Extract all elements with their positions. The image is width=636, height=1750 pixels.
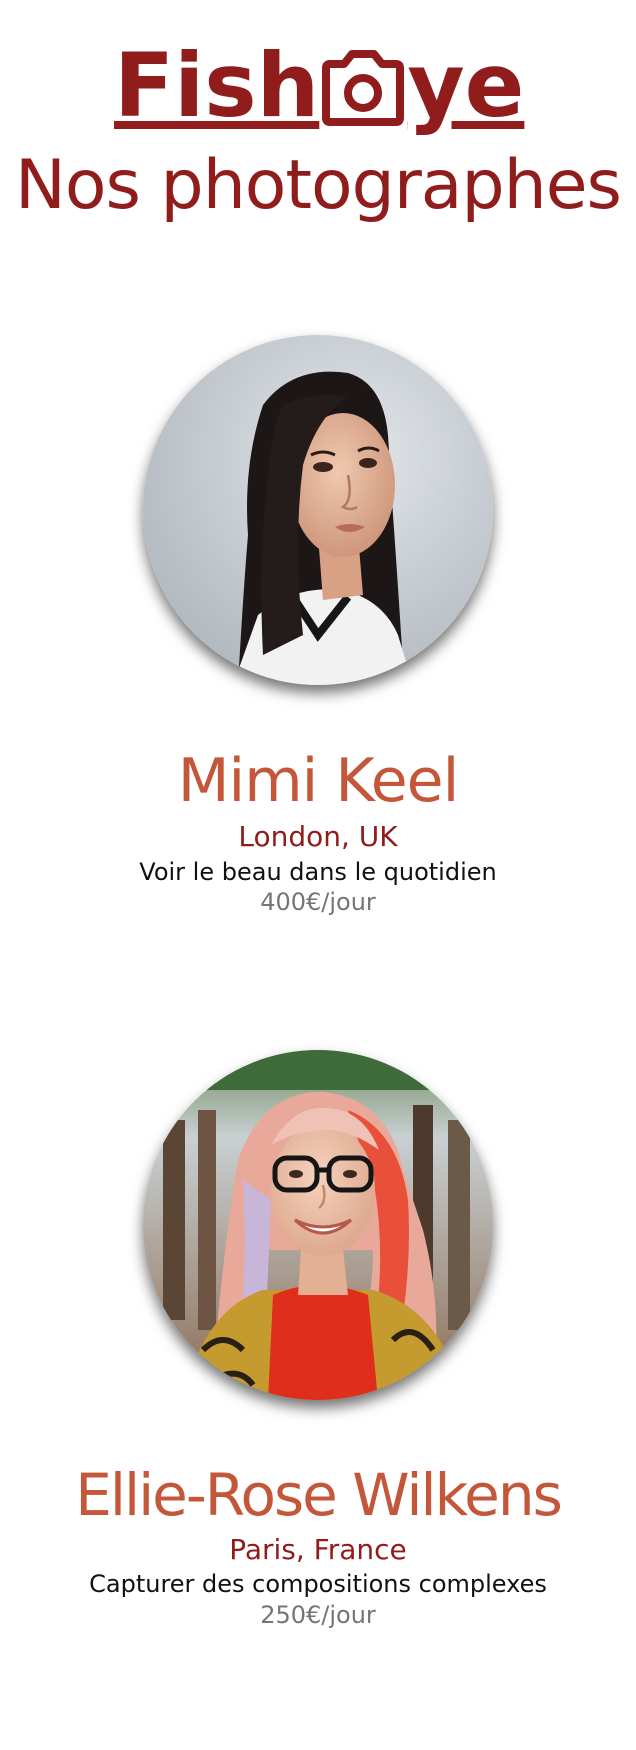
photographer-location: London, UK [238,820,398,853]
photographer-portrait [143,335,493,685]
photographer-portrait-link[interactable] [143,1050,493,1400]
photographer-tagline: Voir le beau dans le quotidien [139,857,497,886]
page-title: Nos photographes [15,146,622,225]
camera-icon [322,50,405,126]
photographer-price: 250€/jour [260,1601,376,1630]
photographer-name: Mimi Keel [177,746,459,816]
photographer-portrait [143,1050,493,1400]
photographer-name: Ellie-Rose Wilkens [75,1461,563,1529]
photographer-card: Ellie-Rose Wilkens Paris, France Capture… [0,1050,636,1630]
photographer-location: Paris, France [229,1532,407,1566]
fisheye-logo[interactable]: Fish ye [114,30,524,130]
photographer-price: 400€/jour [260,888,376,917]
logo-text-start: Fish [114,34,320,137]
photographer-portrait-link[interactable] [143,335,493,685]
logo-text-end: ye [407,34,525,137]
photographer-card: Mimi Keel London, UK Voir le beau dans l… [0,335,636,917]
photographer-tagline: Capturer des compositions complexes [89,1570,547,1599]
